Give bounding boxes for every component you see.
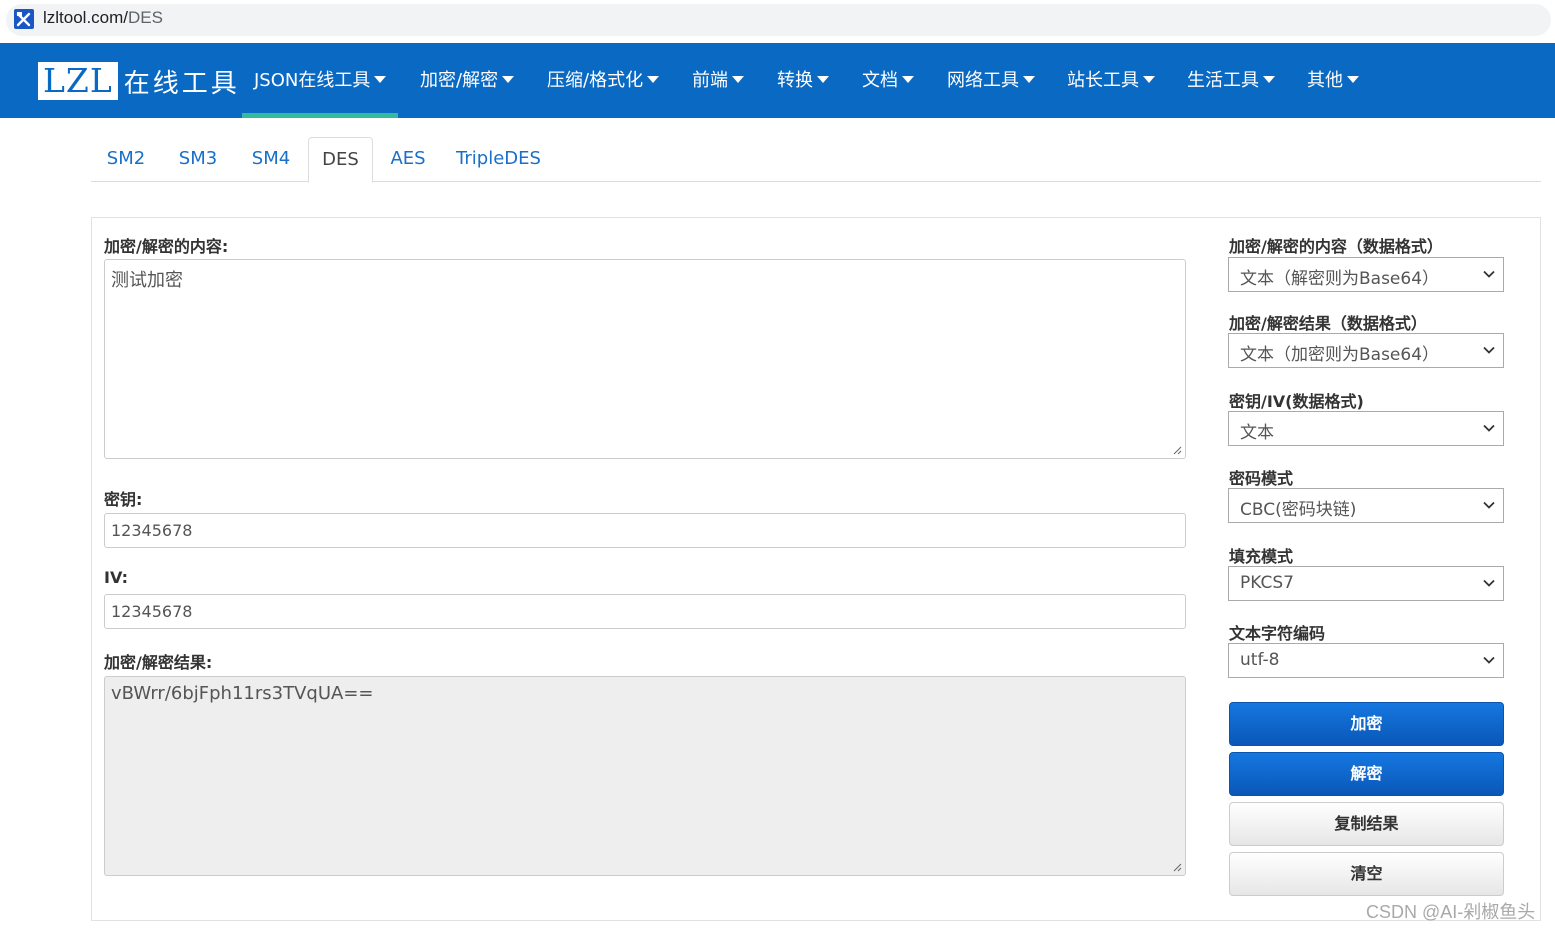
caret-down-icon [502, 75, 515, 83]
site-favicon-icon [14, 9, 34, 29]
caret-down-icon [1143, 75, 1155, 83]
nav-label: 生活工具 [1187, 70, 1259, 91]
url-host: lzltool.com/ [43, 8, 129, 27]
tab-aes[interactable]: AES [375, 137, 441, 182]
chevron-down-icon [1483, 270, 1495, 278]
content-text: 测试加密 [111, 270, 183, 291]
result-textarea[interactable]: vBWrr/6bjFph11rs3TVqUA== [104, 676, 1186, 876]
result-label: 加密/解密结果: [104, 653, 213, 672]
nav-network-tools[interactable]: 网络工具 [947, 43, 1035, 118]
top-navbar: LZL 在线工具 JSON在线工具 加密/解密 压缩/格式化 前端 转换 文档 … [0, 43, 1555, 118]
nav-docs[interactable]: 文档 [862, 43, 914, 118]
content-label: 加密/解密的内容: [104, 237, 229, 256]
nav-label: 站长工具 [1067, 70, 1139, 91]
url-field[interactable] [6, 4, 1551, 36]
nav-label: JSON在线工具 [254, 70, 371, 91]
content-format-select[interactable]: 文本（解密则为Base64） [1228, 257, 1504, 292]
chevron-down-icon [1483, 579, 1495, 587]
keyiv-format-select[interactable]: 文本 [1228, 411, 1504, 446]
nav-frontend[interactable]: 前端 [692, 43, 744, 118]
content-textarea[interactable]: 测试加密 [104, 259, 1186, 459]
padding-select[interactable]: PKCS7 [1228, 566, 1504, 601]
caret-down-icon [647, 75, 660, 83]
encrypt-button[interactable]: 加密 [1229, 702, 1504, 746]
caret-down-icon [1347, 75, 1359, 83]
charset-select[interactable]: utf-8 [1228, 643, 1504, 678]
url-path: DES [128, 8, 163, 27]
logo-mark: LZL [38, 62, 118, 100]
tab-tripledes[interactable]: TripleDES [446, 137, 551, 182]
result-format-label: 加密/解密结果（数据格式） [1229, 314, 1427, 333]
caret-down-icon [817, 75, 829, 83]
selected-value: 文本（加密则为Base64） [1240, 345, 1440, 365]
content-format-label: 加密/解密的内容（数据格式） [1229, 237, 1443, 256]
caret-down-icon [902, 75, 914, 83]
watermark: CSDN @AI-剁椒鱼头 [1366, 902, 1536, 922]
keyiv-format-label: 密钥/IV(数据格式) [1229, 392, 1364, 411]
copy-result-button[interactable]: 复制结果 [1229, 802, 1504, 846]
nav-label: 前端 [692, 70, 728, 91]
caret-down-icon [1263, 75, 1275, 83]
nav-label: 转换 [777, 70, 813, 91]
caret-down-icon [1023, 75, 1035, 83]
iv-input[interactable]: 12345678 [104, 594, 1186, 629]
key-label: 密钥: [104, 490, 143, 509]
clear-button[interactable]: 清空 [1229, 852, 1504, 896]
selected-value: utf-8 [1240, 650, 1280, 670]
nav-other[interactable]: 其他 [1307, 43, 1359, 118]
result-text: vBWrr/6bjFph11rs3TVqUA== [111, 683, 374, 704]
decrypt-button[interactable]: 解密 [1229, 752, 1504, 796]
caret-down-icon [374, 75, 387, 83]
iv-label: IV: [104, 568, 129, 587]
selected-value: PKCS7 [1240, 573, 1294, 593]
nav-label: 网络工具 [947, 70, 1019, 91]
key-input[interactable]: 12345678 [104, 513, 1186, 548]
browser-address-bar: lzltool.com/DES [0, 0, 1555, 40]
caret-down-icon [732, 75, 744, 83]
cipher-mode-label: 密码模式 [1229, 469, 1294, 488]
cipher-mode-select[interactable]: CBC(密码块链) [1228, 488, 1504, 523]
nav-label: 加密/解密 [420, 70, 499, 91]
charset-label: 文本字符编码 [1229, 624, 1326, 643]
resize-grip-icon[interactable] [1172, 862, 1182, 872]
selected-value: CBC(密码块链) [1240, 500, 1357, 520]
chevron-down-icon [1483, 424, 1495, 432]
nav-encrypt-decrypt[interactable]: 加密/解密 [420, 43, 515, 118]
nav-label: 其他 [1307, 70, 1343, 91]
chevron-down-icon [1483, 346, 1495, 354]
selected-value: 文本 [1240, 423, 1274, 443]
nav-label: 文档 [862, 70, 898, 91]
nav-webmaster-tools[interactable]: 站长工具 [1067, 43, 1155, 118]
nav-label: 压缩/格式化 [547, 70, 644, 91]
url-text[interactable]: lzltool.com/DES [43, 8, 163, 28]
nav-compress-format[interactable]: 压缩/格式化 [547, 43, 660, 118]
nav-convert[interactable]: 转换 [777, 43, 829, 118]
tab-sm4[interactable]: SM4 [236, 137, 306, 182]
nav-json-tools[interactable]: JSON在线工具 [241, 43, 399, 118]
algorithm-tabs: SM2 SM3 SM4 DES AES TripleDES [91, 137, 1541, 183]
brand-logo[interactable]: LZL 在线工具 [38, 60, 240, 102]
tab-sm2[interactable]: SM2 [91, 137, 161, 182]
logo-name: 在线工具 [123, 68, 240, 99]
selected-value: 文本（解密则为Base64） [1240, 269, 1440, 289]
resize-grip-icon[interactable] [1172, 445, 1182, 455]
chevron-down-icon [1483, 501, 1495, 509]
tab-des[interactable]: DES [308, 137, 373, 183]
result-format-select[interactable]: 文本（加密则为Base64） [1228, 333, 1504, 368]
padding-label: 填充模式 [1229, 547, 1294, 566]
chevron-down-icon [1483, 656, 1495, 664]
nav-life-tools[interactable]: 生活工具 [1187, 43, 1275, 118]
tab-sm3[interactable]: SM3 [163, 137, 233, 182]
